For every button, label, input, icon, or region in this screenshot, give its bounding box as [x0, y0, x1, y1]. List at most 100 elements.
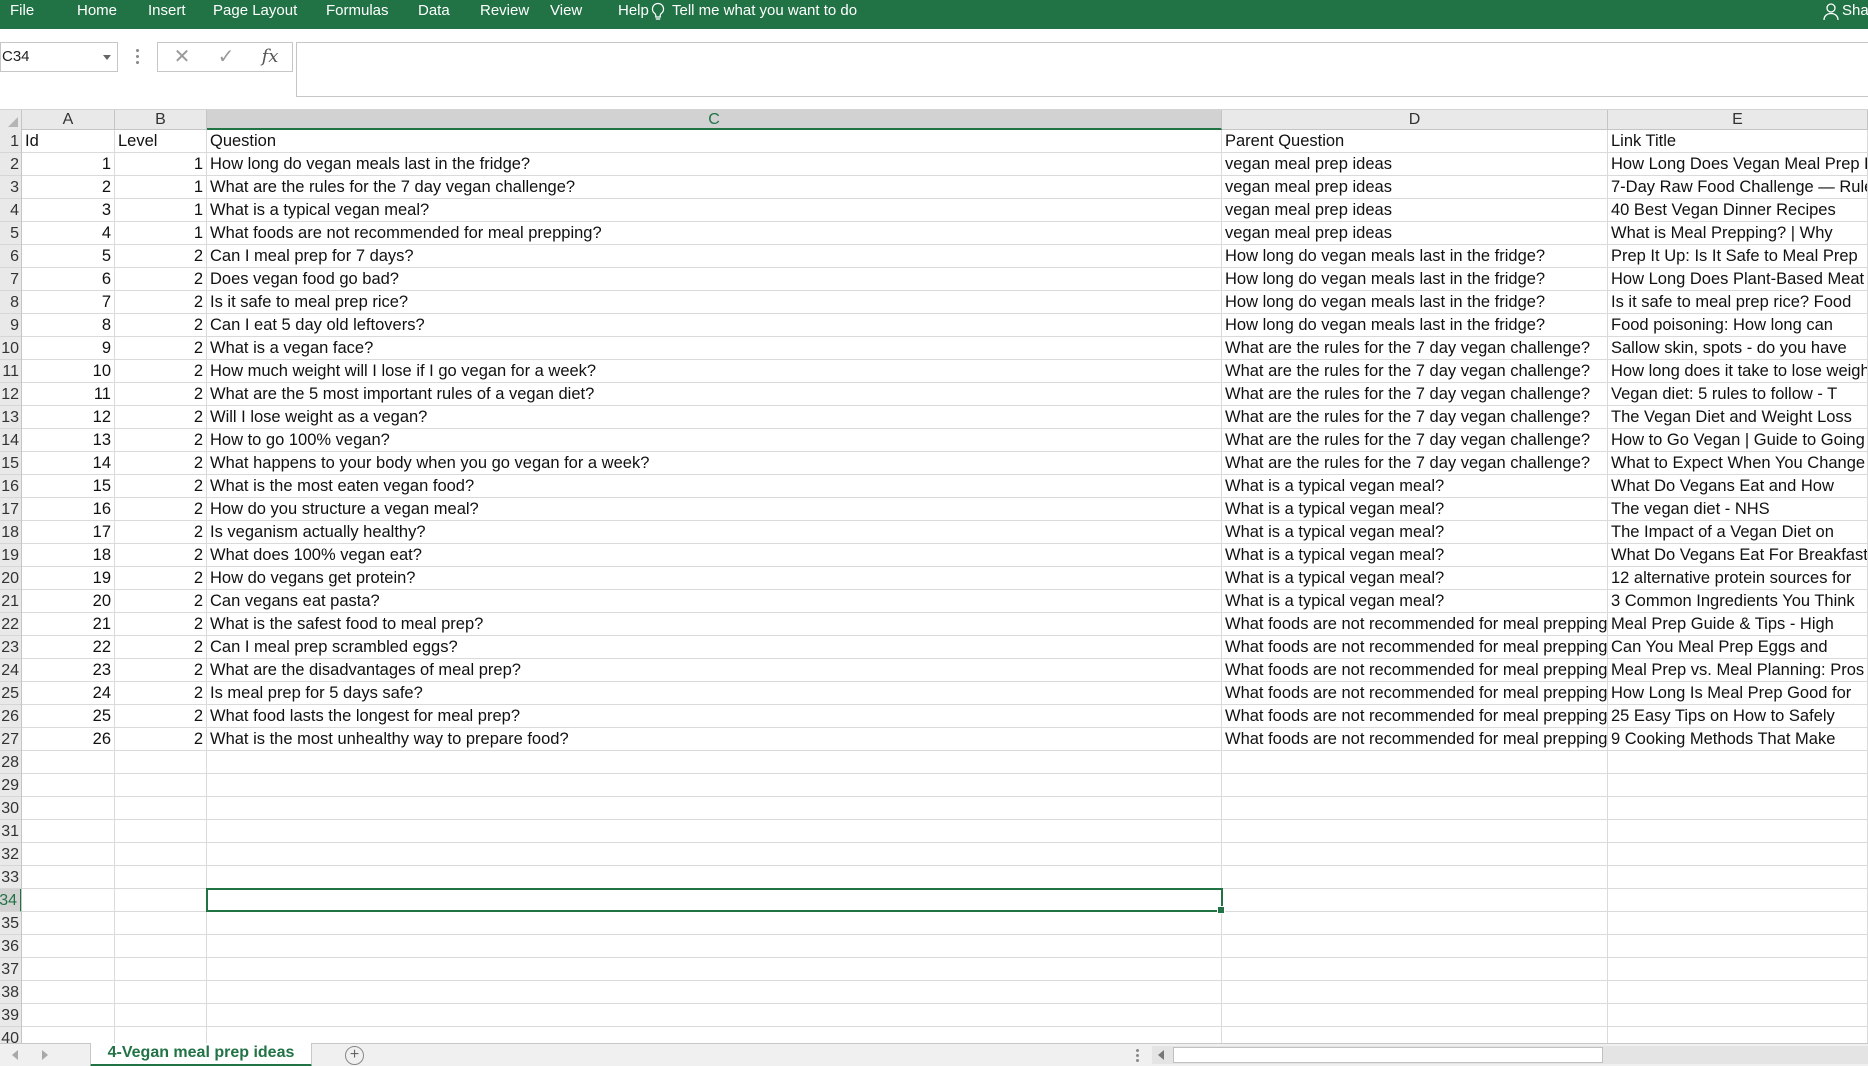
cell-c[interactable]: What is the safest food to meal prep?: [207, 613, 1222, 636]
cell-a[interactable]: 2: [22, 176, 115, 199]
cell-a[interactable]: [22, 935, 115, 958]
row-header-17[interactable]: 17: [0, 498, 21, 521]
cell-b[interactable]: 1: [115, 199, 207, 222]
cell-c[interactable]: [207, 1004, 1222, 1027]
formula-bar-resize-handle[interactable]: [136, 49, 140, 65]
ribbon-tab-review[interactable]: Review: [480, 0, 529, 29]
cell-a[interactable]: [22, 912, 115, 935]
cell-b[interactable]: [115, 912, 207, 935]
cell-b[interactable]: 2: [115, 728, 207, 751]
cell-a[interactable]: 20: [22, 590, 115, 613]
row-header-37[interactable]: 37: [0, 958, 21, 981]
add-sheet-icon[interactable]: +: [345, 1046, 364, 1065]
row-header-3[interactable]: 3: [0, 176, 21, 199]
cell-b[interactable]: 2: [115, 383, 207, 406]
cell-b[interactable]: [115, 1027, 207, 1043]
header-cell-c[interactable]: Question: [207, 130, 1222, 153]
cell-e[interactable]: Food poisoning: How long can: [1608, 314, 1868, 337]
cell-b[interactable]: 2: [115, 406, 207, 429]
row-header-19[interactable]: 19: [0, 544, 21, 567]
cell-b[interactable]: [115, 843, 207, 866]
cell-b[interactable]: [115, 774, 207, 797]
cell-e[interactable]: Meal Prep vs. Meal Planning: Pros: [1608, 659, 1868, 682]
cell-c[interactable]: What are the 5 most important rules of a…: [207, 383, 1222, 406]
cell-d[interactable]: What are the rules for the 7 day vegan c…: [1222, 452, 1608, 475]
cell-d[interactable]: What is a typical vegan meal?: [1222, 498, 1608, 521]
cell-d[interactable]: What is a typical vegan meal?: [1222, 521, 1608, 544]
cell-e[interactable]: 3 Common Ingredients You Think: [1608, 590, 1868, 613]
cell-b[interactable]: [115, 866, 207, 889]
cell-e[interactable]: [1608, 958, 1868, 981]
cell-e[interactable]: What Do Vegans Eat For Breakfast: [1608, 544, 1868, 567]
ribbon-tab-view[interactable]: View: [550, 0, 582, 29]
cell-d[interactable]: How long do vegan meals last in the frid…: [1222, 268, 1608, 291]
cell-c[interactable]: [207, 797, 1222, 820]
cell-c[interactable]: How to go 100% vegan?: [207, 429, 1222, 452]
cell-c[interactable]: Can vegans eat pasta?: [207, 590, 1222, 613]
row-header-26[interactable]: 26: [0, 705, 21, 728]
cell-d[interactable]: What is a typical vegan meal?: [1222, 590, 1608, 613]
row-header-6[interactable]: 6: [0, 245, 21, 268]
row-header-38[interactable]: 38: [0, 981, 21, 1004]
cell-b[interactable]: [115, 1004, 207, 1027]
cell-d[interactable]: vegan meal prep ideas: [1222, 153, 1608, 176]
cell-a[interactable]: [22, 889, 115, 912]
cell-d[interactable]: How long do vegan meals last in the frid…: [1222, 245, 1608, 268]
row-header-5[interactable]: 5: [0, 222, 21, 245]
cell-e[interactable]: [1608, 843, 1868, 866]
cell-d[interactable]: How long do vegan meals last in the frid…: [1222, 314, 1608, 337]
header-cell-d[interactable]: Parent Question: [1222, 130, 1608, 153]
row-header-16[interactable]: 16: [0, 475, 21, 498]
cell-a[interactable]: 15: [22, 475, 115, 498]
cell-a[interactable]: [22, 797, 115, 820]
cell-d[interactable]: What foods are not recommended for meal …: [1222, 613, 1608, 636]
cell-c[interactable]: Can I meal prep scrambled eggs?: [207, 636, 1222, 659]
cell-c[interactable]: Can I meal prep for 7 days?: [207, 245, 1222, 268]
row-header-18[interactable]: 18: [0, 521, 21, 544]
ribbon-tab-insert[interactable]: Insert: [148, 0, 186, 29]
cell-c[interactable]: What is a typical vegan meal?: [207, 199, 1222, 222]
cell-a[interactable]: 10: [22, 360, 115, 383]
row-header-22[interactable]: 22: [0, 613, 21, 636]
header-cell-b[interactable]: Level: [115, 130, 207, 153]
cell-b[interactable]: 2: [115, 705, 207, 728]
cell-e[interactable]: How Long Does Vegan Meal Prep Last?: [1608, 153, 1868, 176]
sheet-tab-active[interactable]: 4-Vegan meal prep ideas: [90, 1043, 312, 1066]
cell-d[interactable]: What foods are not recommended for meal …: [1222, 705, 1608, 728]
cell-area[interactable]: Id Level Question Parent Question Link Title…: [22, 130, 1868, 1043]
cell-e[interactable]: How Long Does Plant-Based Meat Last: [1608, 268, 1868, 291]
cell-e[interactable]: The Impact of a Vegan Diet on: [1608, 521, 1868, 544]
cell-d[interactable]: [1222, 866, 1608, 889]
cell-a[interactable]: 18: [22, 544, 115, 567]
cell-b[interactable]: [115, 981, 207, 1004]
column-header-e[interactable]: E: [1608, 110, 1868, 130]
cell-e[interactable]: [1608, 866, 1868, 889]
cell-c[interactable]: Is it safe to meal prep rice?: [207, 291, 1222, 314]
cell-a[interactable]: 12: [22, 406, 115, 429]
cell-d[interactable]: What are the rules for the 7 day vegan c…: [1222, 429, 1608, 452]
cell-e[interactable]: What is Meal Prepping? | Why: [1608, 222, 1868, 245]
cell-e[interactable]: How to Go Vegan | Guide to Going: [1608, 429, 1868, 452]
ribbon-tab-file[interactable]: File: [10, 0, 34, 29]
cell-e[interactable]: [1608, 935, 1868, 958]
cell-c[interactable]: [207, 866, 1222, 889]
cell-b[interactable]: 2: [115, 314, 207, 337]
cell-a[interactable]: [22, 981, 115, 1004]
row-header-11[interactable]: 11: [0, 360, 21, 383]
row-header-10[interactable]: 10: [0, 337, 21, 360]
cell-c[interactable]: [207, 751, 1222, 774]
cell-b[interactable]: 1: [115, 153, 207, 176]
cell-a[interactable]: 24: [22, 682, 115, 705]
tab-split-handle[interactable]: [1136, 1049, 1140, 1063]
row-header-21[interactable]: 21: [0, 590, 21, 613]
cell-c[interactable]: [207, 889, 1222, 912]
cell-e[interactable]: 25 Easy Tips on How to Safely: [1608, 705, 1868, 728]
cell-e[interactable]: 40 Best Vegan Dinner Recipes: [1608, 199, 1868, 222]
cell-a[interactable]: 25: [22, 705, 115, 728]
cell-d[interactable]: [1222, 797, 1608, 820]
row-header-20[interactable]: 20: [0, 567, 21, 590]
cell-d[interactable]: vegan meal prep ideas: [1222, 176, 1608, 199]
row-header-9[interactable]: 9: [0, 314, 21, 337]
row-header-40[interactable]: 40: [0, 1027, 21, 1043]
cell-c[interactable]: What is a vegan face?: [207, 337, 1222, 360]
